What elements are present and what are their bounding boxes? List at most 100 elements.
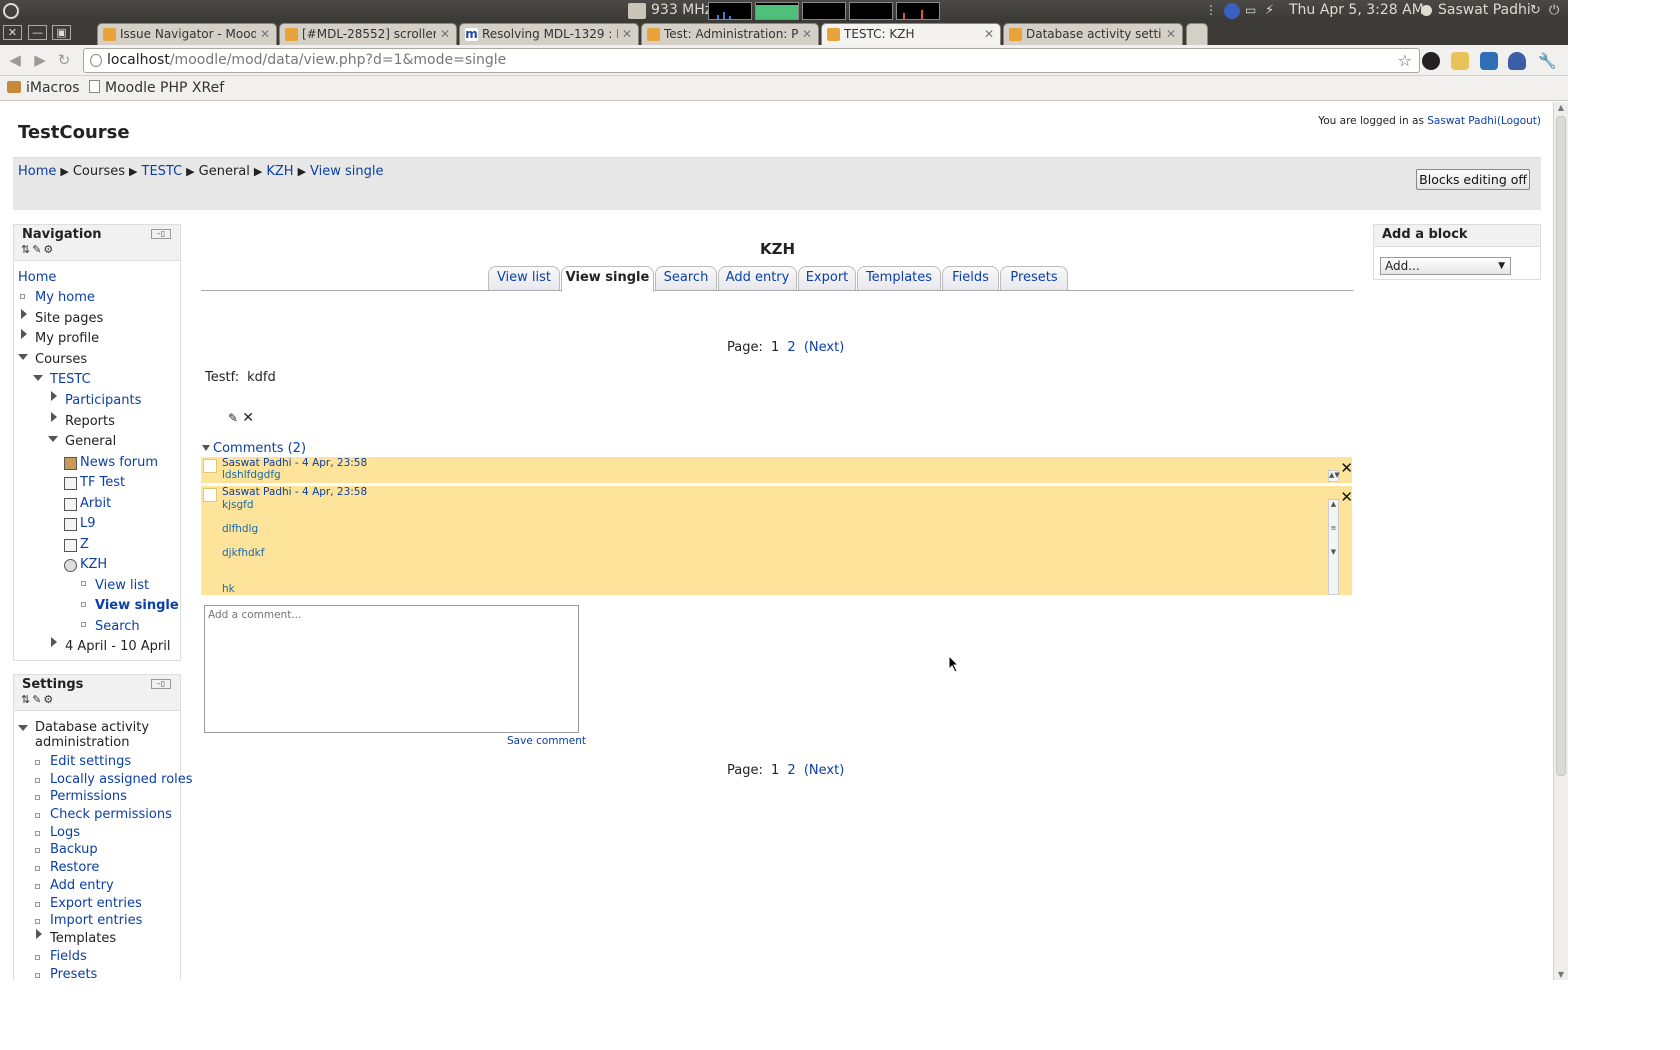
expand-down-icon[interactable] bbox=[48, 436, 58, 442]
cpu-frequency[interactable]: 933 MHz bbox=[651, 2, 712, 18]
nav-reports[interactable]: Reports bbox=[65, 414, 115, 429]
nav-view-single[interactable]: View single bbox=[95, 598, 179, 613]
tab-view-single[interactable]: View single bbox=[561, 266, 654, 292]
bookmark-moodle-php-xref[interactable]: Moodle PHP XRef bbox=[89, 80, 224, 96]
breadcrumb-view-single[interactable]: View single bbox=[310, 164, 383, 179]
scrollbar-thumb[interactable] bbox=[1556, 116, 1566, 776]
comments-toggle[interactable]: Comments (2) bbox=[200, 441, 306, 456]
settings-permissions[interactable]: Permissions bbox=[50, 789, 127, 804]
edit-entry-icon[interactable]: ✎ bbox=[228, 411, 238, 425]
breadcrumb-testc[interactable]: TESTC bbox=[142, 164, 183, 179]
nav-my-home[interactable]: My home bbox=[35, 290, 95, 305]
nav-participants[interactable]: Participants bbox=[65, 393, 141, 408]
refresh-icon[interactable]: ↻ bbox=[1530, 3, 1546, 19]
comment-scroller[interactable]: ▲▼ bbox=[1328, 470, 1340, 482]
next-page-link[interactable]: (Next) bbox=[804, 340, 844, 355]
bookmark-star-icon[interactable]: ☆ bbox=[1398, 49, 1412, 72]
nav-kzh[interactable]: KZH bbox=[80, 557, 107, 572]
address-bar[interactable]: localhost/moodle/mod/data/view.php?d=1&m… bbox=[83, 48, 1420, 73]
settings-edit-settings[interactable]: Edit settings bbox=[50, 754, 131, 769]
extension-save-icon[interactable] bbox=[1480, 52, 1498, 70]
block-collapse-icon[interactable]: –▯ bbox=[151, 229, 171, 239]
next-page-link[interactable]: (Next) bbox=[804, 763, 844, 778]
nav-view-list[interactable]: View list bbox=[95, 578, 149, 593]
menu-dots-icon[interactable]: ⋮ bbox=[1205, 3, 1221, 19]
page-link[interactable]: 2 bbox=[787, 763, 795, 778]
expand-down-icon[interactable] bbox=[33, 375, 43, 381]
swap-graph[interactable] bbox=[849, 2, 893, 20]
nav-course-testc[interactable]: TESTC bbox=[50, 372, 91, 387]
new-tab-button[interactable] bbox=[1186, 23, 1208, 45]
browser-tab-active[interactable]: TESTC: KZH ✕ bbox=[821, 23, 1001, 45]
reload-icon[interactable]: ↻ bbox=[55, 51, 73, 69]
block-move-edit-icons[interactable]: ⇅✎⚙ bbox=[21, 243, 55, 256]
nav-site-pages[interactable]: Site pages bbox=[35, 311, 103, 326]
tab-presets[interactable]: Presets bbox=[1000, 266, 1068, 290]
tab-close-icon[interactable]: ✕ bbox=[622, 24, 632, 44]
settings-templates[interactable]: Templates bbox=[50, 931, 116, 946]
chat-status-icon[interactable] bbox=[1421, 5, 1432, 16]
expand-down-icon[interactable] bbox=[18, 725, 28, 731]
blocks-editing-button[interactable]: Blocks editing off bbox=[1416, 169, 1530, 190]
back-icon[interactable]: ◀ bbox=[6, 51, 24, 69]
delete-comment-icon[interactable]: ✕ bbox=[1340, 459, 1353, 477]
scroll-up-icon[interactable]: ▲ bbox=[1556, 103, 1566, 112]
memory-graph[interactable] bbox=[755, 2, 799, 20]
nav-week-section[interactable]: 4 April - 10 April bbox=[65, 639, 170, 654]
extension-color-icon[interactable] bbox=[1422, 52, 1440, 70]
logout-link[interactable]: (Logout) bbox=[1497, 115, 1541, 127]
window-close-icon[interactable]: ✕ bbox=[3, 25, 22, 40]
nav-news-forum[interactable]: News forum bbox=[80, 455, 158, 470]
wrench-icon[interactable]: 🔧 bbox=[1538, 52, 1557, 70]
browser-tab[interactable]: Database activity settings ✕ bbox=[1003, 23, 1183, 45]
expand-right-icon[interactable] bbox=[51, 412, 57, 422]
window-minimize-icon[interactable]: — bbox=[28, 25, 47, 40]
cpu-icon[interactable] bbox=[628, 3, 646, 19]
settings-add-entry[interactable]: Add entry bbox=[50, 878, 114, 893]
cpu-graph[interactable] bbox=[708, 2, 752, 20]
breadcrumb-home[interactable]: Home bbox=[18, 164, 56, 179]
comment-author-link[interactable]: Saswat Padhi bbox=[222, 486, 292, 498]
tab-close-icon[interactable]: ✕ bbox=[802, 24, 812, 44]
block-collapse-icon[interactable]: –▯ bbox=[151, 679, 171, 689]
add-block-select[interactable]: Add... ▼ bbox=[1380, 257, 1511, 275]
extension-cookie-icon[interactable] bbox=[1451, 52, 1469, 70]
breadcrumb-kzh[interactable]: KZH bbox=[266, 164, 293, 179]
power-icon[interactable]: ⏻ bbox=[1549, 3, 1565, 19]
nav-search[interactable]: Search bbox=[95, 619, 140, 634]
network-icon[interactable]: ⚡ bbox=[1265, 3, 1281, 19]
browser-tab[interactable]: m Resolving MDL-1329 : Email ✕ bbox=[459, 23, 639, 45]
block-move-edit-icons[interactable]: ⇅✎⚙ bbox=[21, 693, 55, 706]
settings-locally-assigned-roles[interactable]: Locally assigned roles bbox=[50, 772, 193, 787]
settings-logs[interactable]: Logs bbox=[50, 825, 80, 840]
globe-icon[interactable] bbox=[1224, 3, 1240, 19]
forward-icon[interactable]: ▶ bbox=[31, 51, 49, 69]
delete-comment-icon[interactable]: ✕ bbox=[1340, 488, 1353, 506]
browser-tab[interactable]: Test: Administration: Plugins ✕ bbox=[641, 23, 819, 45]
expand-right-icon[interactable] bbox=[51, 391, 57, 401]
nav-home[interactable]: Home bbox=[18, 270, 56, 285]
page-scrollbar[interactable]: ▲ ▼ bbox=[1553, 102, 1568, 980]
tab-close-icon[interactable]: ✕ bbox=[984, 24, 994, 44]
settings-backup[interactable]: Backup bbox=[50, 842, 98, 857]
extension-flame-icon[interactable] bbox=[1508, 52, 1526, 70]
nav-courses[interactable]: Courses bbox=[35, 352, 87, 367]
settings-check-permissions[interactable]: Check permissions bbox=[50, 807, 172, 822]
clock[interactable]: Thu Apr 5, 3:28 AM bbox=[1289, 2, 1424, 18]
settings-restore[interactable]: Restore bbox=[50, 860, 99, 875]
comment-author-link[interactable]: Saswat Padhi bbox=[222, 457, 292, 469]
comment-scroller[interactable]: ▲ ≡ ▼ bbox=[1328, 499, 1339, 595]
save-comment-link[interactable]: Save comment bbox=[507, 735, 586, 747]
tab-close-icon[interactable]: ✕ bbox=[260, 24, 270, 44]
settings-fields[interactable]: Fields bbox=[50, 949, 87, 964]
nav-tf-test[interactable]: TF Test bbox=[80, 475, 125, 490]
tab-fields[interactable]: Fields bbox=[942, 266, 999, 290]
settings-import-entries[interactable]: Import entries bbox=[50, 913, 142, 928]
ubuntu-logo-icon[interactable] bbox=[3, 3, 19, 19]
browser-tab[interactable]: Issue Navigator - Moodle Tracker ✕ bbox=[97, 23, 277, 45]
tab-search[interactable]: Search bbox=[655, 266, 717, 290]
logged-in-user-link[interactable]: Saswat Padhi bbox=[1427, 115, 1497, 127]
nav-z[interactable]: Z bbox=[80, 537, 89, 552]
expand-right-icon[interactable] bbox=[51, 637, 57, 647]
settings-presets[interactable]: Presets bbox=[50, 967, 97, 980]
